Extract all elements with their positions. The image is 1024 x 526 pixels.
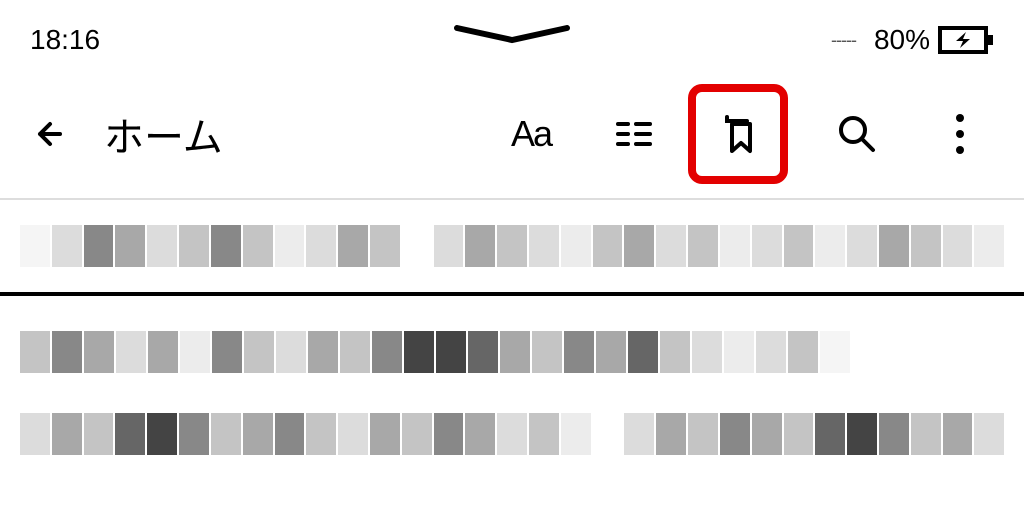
notch-chevron-icon	[452, 25, 572, 50]
blurred-text-line-2	[0, 296, 1024, 393]
font-size-button[interactable]: Aa	[507, 110, 555, 158]
blurred-text-line-1	[0, 200, 1024, 292]
signal-indicator: -----	[831, 30, 856, 51]
battery-charging-icon	[938, 24, 994, 56]
status-time: 18:16	[30, 24, 100, 56]
blurred-text-line-3	[0, 393, 1024, 480]
page-title: ホーム	[104, 105, 223, 163]
toolbar: ホーム Aa	[0, 70, 1024, 200]
more-button[interactable]	[936, 110, 984, 158]
bookmark-highlight	[688, 84, 788, 184]
search-button[interactable]	[833, 110, 881, 158]
back-button[interactable]	[30, 112, 74, 156]
list-button[interactable]	[610, 110, 658, 158]
battery-percent: 80%	[874, 24, 930, 56]
bookmark-button[interactable]	[714, 110, 762, 158]
content-area	[0, 200, 1024, 480]
